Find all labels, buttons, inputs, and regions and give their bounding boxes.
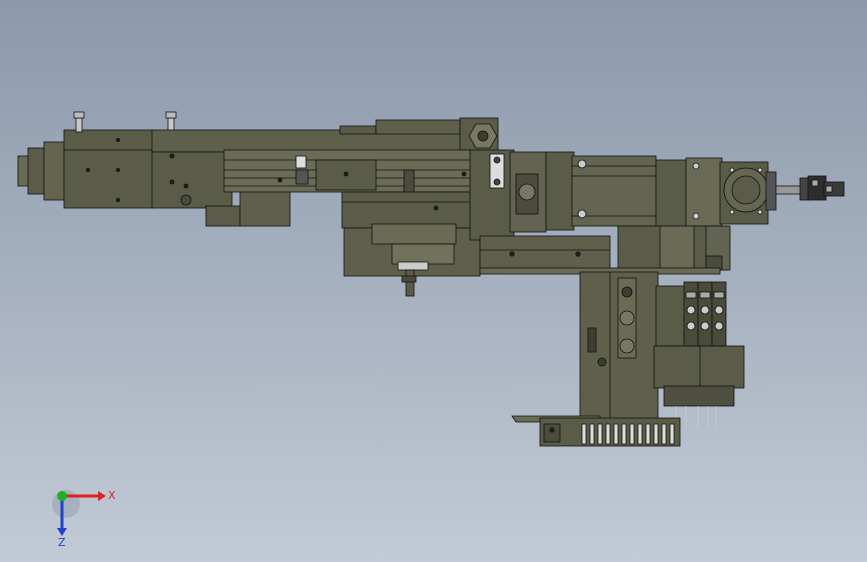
y-axis-dot [57,491,67,501]
valve-manifold[interactable] [653,281,745,430]
x-axis-arrowhead [98,491,106,501]
top-pin-left [73,111,85,133]
vertical-mounting-plate[interactable] [579,271,659,421]
top-pin-right [165,111,177,133]
linear-guide-rail[interactable] [223,149,475,197]
cad-graphics-viewport[interactable]: X Z [0,0,867,562]
cable-connector[interactable] [775,175,845,201]
z-axis-arrowhead [57,528,67,536]
x-axis-label: X [108,489,116,502]
z-axis-label: Z [58,536,66,548]
motor-mount-block[interactable] [617,225,731,271]
middle-plate[interactable] [469,149,547,241]
servo-motor[interactable] [545,151,777,231]
left-spindle-motor[interactable] [17,129,155,209]
cad-model-assembly[interactable] [0,0,867,562]
coordinate-triad: X Z [52,489,116,548]
